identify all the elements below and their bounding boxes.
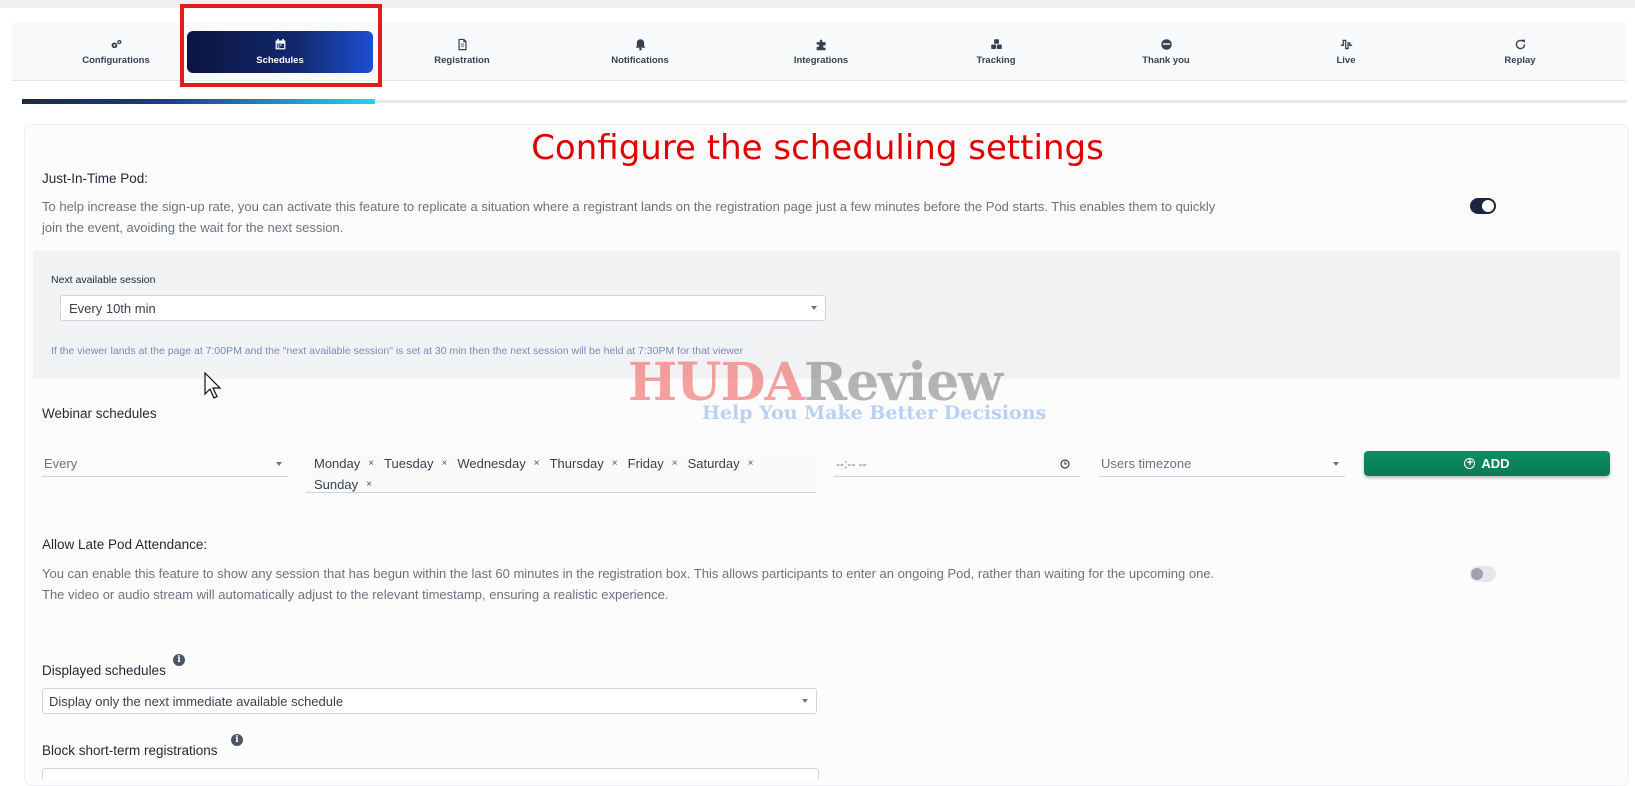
- day-chip-label: Tuesday: [384, 456, 434, 471]
- wizard-tab-bar: Configurations Schedules Registration No…: [12, 22, 1626, 81]
- chevron-down-icon: [1333, 461, 1339, 466]
- chevron-down-icon: [276, 461, 282, 466]
- toggle-knob: [1471, 568, 1483, 580]
- smile-icon: [1160, 39, 1172, 50]
- remove-day-icon[interactable]: ×: [441, 458, 447, 469]
- pulse-icon: [1340, 39, 1352, 50]
- tab-integrations[interactable]: Integrations: [728, 31, 914, 73]
- day-chip: Sunday ×: [314, 475, 372, 494]
- day-chip: Tuesday ×: [384, 454, 447, 473]
- day-chip-label: Monday: [314, 456, 361, 471]
- frequency-value: Every: [44, 456, 78, 471]
- tab-label: Thank you: [1142, 55, 1190, 66]
- block-short-term-label: Block short-term registrations: [42, 743, 218, 758]
- chevron-down-icon: [802, 699, 808, 703]
- replay-icon: [1515, 39, 1525, 50]
- chevron-down-icon: [811, 306, 817, 310]
- tab-tracking[interactable]: Tracking: [903, 31, 1089, 73]
- next-session-label: Next available session: [51, 274, 156, 286]
- next-session-select[interactable]: Every 10th min: [60, 295, 826, 321]
- wizard-progress-fill: [22, 99, 376, 104]
- day-chip-label: Wednesday: [457, 456, 526, 471]
- bell-icon: [635, 39, 645, 51]
- timezone-value: Users timezone: [1101, 456, 1192, 471]
- cubes-icon: [990, 39, 1002, 49]
- jit-toggle[interactable]: [1470, 198, 1496, 214]
- day-chip-label: Thursday: [549, 456, 604, 471]
- day-chip-label: Friday: [627, 456, 664, 471]
- displayed-schedules-value: Display only the next immediate availabl…: [49, 693, 344, 709]
- day-chip: Friday ×: [628, 454, 678, 473]
- displayed-schedules-label: Displayed schedules: [42, 663, 166, 678]
- remove-day-icon[interactable]: ×: [366, 479, 372, 490]
- late-description-line1: You can enable this feature to show any …: [42, 566, 1215, 581]
- remove-day-icon[interactable]: ×: [748, 458, 754, 469]
- gears-icon: [111, 39, 121, 49]
- tab-label: Tracking: [976, 55, 1016, 66]
- tab-label: Replay: [1504, 55, 1536, 66]
- tab-schedules[interactable]: Schedules: [187, 31, 373, 73]
- document-icon: [457, 38, 467, 51]
- webinar-schedules-label: Webinar schedules: [42, 406, 157, 421]
- block-short-term-select[interactable]: [42, 768, 819, 779]
- late-attendance-label: Allow Late Pod Attendance:: [42, 537, 208, 552]
- day-chip-label: Sunday: [314, 477, 359, 492]
- tab-label: Notifications: [611, 55, 669, 66]
- add-label: ADD: [1481, 456, 1510, 471]
- tab-live[interactable]: Live: [1253, 31, 1439, 73]
- day-chip: Monday ×: [314, 454, 374, 473]
- tab-label: Schedules: [256, 55, 304, 66]
- day-chip: Thursday ×: [550, 454, 618, 473]
- plus-circle-icon: +: [1464, 458, 1476, 469]
- next-session-value: Every 10th min: [69, 300, 156, 316]
- tab-notifications[interactable]: Notifications: [547, 31, 733, 73]
- jit-description-line2: join the event, avoiding the wait for th…: [42, 220, 344, 235]
- toggle-knob: [1482, 200, 1494, 212]
- day-chip: Saturday ×: [688, 454, 754, 473]
- remove-day-icon[interactable]: ×: [534, 458, 540, 469]
- timezone-select[interactable]: Users timezone: [1099, 451, 1345, 477]
- tab-label: Integrations: [793, 55, 849, 66]
- tab-label: Configurations: [82, 55, 150, 66]
- displayed-schedules-select[interactable]: Display only the next immediate availabl…: [42, 688, 817, 714]
- tab-label: Registration: [434, 55, 490, 66]
- tab-thank-you[interactable]: Thank you: [1073, 31, 1259, 73]
- mouse-pointer-icon: [204, 372, 222, 399]
- late-description-line2: The video or audio stream will automatic…: [42, 587, 669, 602]
- wizard-progress-track: [22, 99, 1627, 104]
- top-strip: [0, 0, 1635, 8]
- frequency-select[interactable]: Every: [42, 451, 288, 477]
- puzzle-icon: [816, 39, 826, 51]
- remove-day-icon[interactable]: ×: [612, 458, 618, 469]
- watermark-tagline: Help You Make Better Decisions: [702, 402, 1047, 424]
- add-schedule-button[interactable]: + ADD: [1364, 451, 1610, 476]
- remove-day-icon[interactable]: ×: [672, 458, 678, 469]
- day-chip-label: Saturday: [687, 456, 740, 471]
- info-icon[interactable]: i: [173, 654, 185, 666]
- remove-day-icon[interactable]: ×: [368, 458, 374, 469]
- jit-label: Just-In-Time Pod:: [42, 171, 149, 186]
- time-placeholder: --:-- --: [836, 456, 867, 471]
- days-multiselect[interactable]: Monday × Tuesday × Wednesday × Thursday × Friday…: [306, 450, 816, 493]
- jit-description-line1: To help increase the sign-up rate, you c…: [42, 199, 1216, 214]
- info-icon[interactable]: i: [231, 734, 243, 746]
- day-chip: Wednesday ×: [457, 454, 539, 473]
- calendar-icon: [275, 38, 285, 50]
- overlay-caption: Configure the scheduling settings: [531, 128, 1104, 168]
- late-attendance-toggle[interactable]: [1470, 566, 1496, 582]
- tab-configurations[interactable]: Configurations: [23, 31, 209, 73]
- time-input[interactable]: --:-- --: [834, 451, 1080, 477]
- tab-replay[interactable]: Replay: [1427, 31, 1613, 73]
- clock-icon[interactable]: [1060, 459, 1070, 469]
- tab-registration[interactable]: Registration: [369, 31, 555, 73]
- tab-label: Live: [1336, 55, 1356, 66]
